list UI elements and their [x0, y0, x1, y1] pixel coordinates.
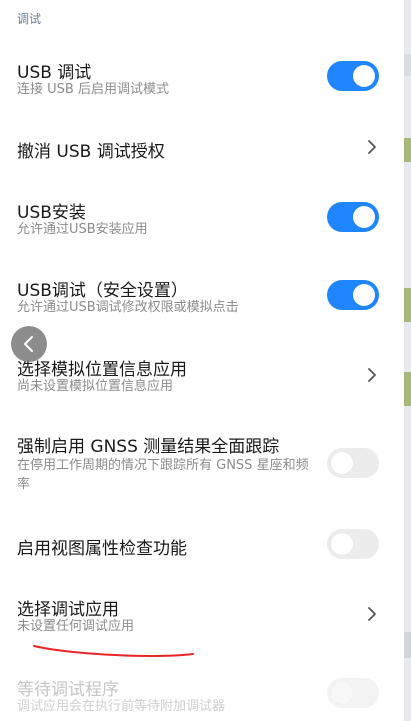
- chevron-right-icon: [368, 368, 376, 382]
- usb-install-toggle[interactable]: [327, 202, 379, 232]
- chevron-right-icon: [368, 140, 376, 154]
- setting-subtitle: 连接 USB 后启用调试模式: [17, 82, 169, 97]
- toggle-knob: [331, 533, 353, 555]
- toggle-knob: [353, 206, 375, 228]
- developer-options-panel: 调试 USB 调试 连接 USB 后启用调试模式 撤消 USB 调试授权 USB…: [0, 0, 404, 721]
- chevron-left-icon: [24, 336, 33, 352]
- setting-subtitle: 允许通过USB安装应用: [17, 222, 148, 237]
- setting-subtitle: 未设置任何调试应用: [17, 619, 135, 634]
- edge-strip: [404, 632, 411, 658]
- setting-usb-debugging-security[interactable]: USB调试（安全设置） 允许通过USB调试修改权限或模拟点击: [0, 264, 404, 326]
- setting-subtitle: 在停用工作周期的情况下跟踪所有 GNSS 星座和频率: [17, 458, 309, 492]
- chevron-right-icon: [368, 607, 376, 621]
- gnss-tracking-toggle[interactable]: [327, 448, 379, 478]
- toggle-knob: [353, 65, 375, 87]
- setting-title: 强制启用 GNSS 测量结果全面跟踪: [17, 437, 280, 457]
- wait-for-debugger-toggle: [327, 678, 379, 708]
- view-inspection-toggle[interactable]: [327, 529, 379, 559]
- toggle-knob: [331, 682, 353, 704]
- setting-usb-debugging[interactable]: USB 调试 连接 USB 后启用调试模式: [0, 46, 404, 108]
- edge-strip: [404, 54, 411, 76]
- setting-revoke-usb-auth[interactable]: 撤消 USB 调试授权: [0, 118, 404, 176]
- usb-debugging-security-toggle[interactable]: [327, 280, 379, 310]
- section-header: 调试: [17, 12, 42, 26]
- edge-strip: [404, 372, 411, 406]
- setting-title: 启用视图属性检查功能: [17, 539, 187, 559]
- edge-strip: [404, 288, 411, 322]
- setting-mock-location-app[interactable]: 选择模拟位置信息应用 尚未设置模拟位置信息应用: [0, 343, 404, 405]
- toggle-knob: [353, 284, 375, 306]
- edge-strip: [404, 138, 411, 162]
- setting-subtitle: 尚未设置模拟位置信息应用: [17, 379, 174, 394]
- setting-title: 撤消 USB 调试授权: [17, 142, 165, 162]
- setting-subtitle: 允许通过USB调试修改权限或模拟点击: [17, 300, 239, 315]
- toggle-knob: [331, 452, 353, 474]
- setting-wait-for-debugger: 等待调试程序 调试应用会在执行前等待附加调试器: [0, 663, 404, 721]
- background-window-edge: [404, 0, 411, 721]
- setting-subtitle: 调试应用会在执行前等待附加调试器: [17, 699, 226, 714]
- setting-gnss-full-tracking[interactable]: 强制启用 GNSS 测量结果全面跟踪 在停用工作周期的情况下跟踪所有 GNSS …: [0, 422, 404, 500]
- back-button[interactable]: [11, 326, 47, 362]
- setting-view-attribute-inspection[interactable]: 启用视图属性检查功能: [0, 520, 404, 570]
- setting-usb-install[interactable]: USB安装 允许通过USB安装应用: [0, 186, 404, 248]
- setting-select-debug-app[interactable]: 选择调试应用 未设置任何调试应用: [0, 583, 404, 645]
- usb-debugging-toggle[interactable]: [327, 61, 379, 91]
